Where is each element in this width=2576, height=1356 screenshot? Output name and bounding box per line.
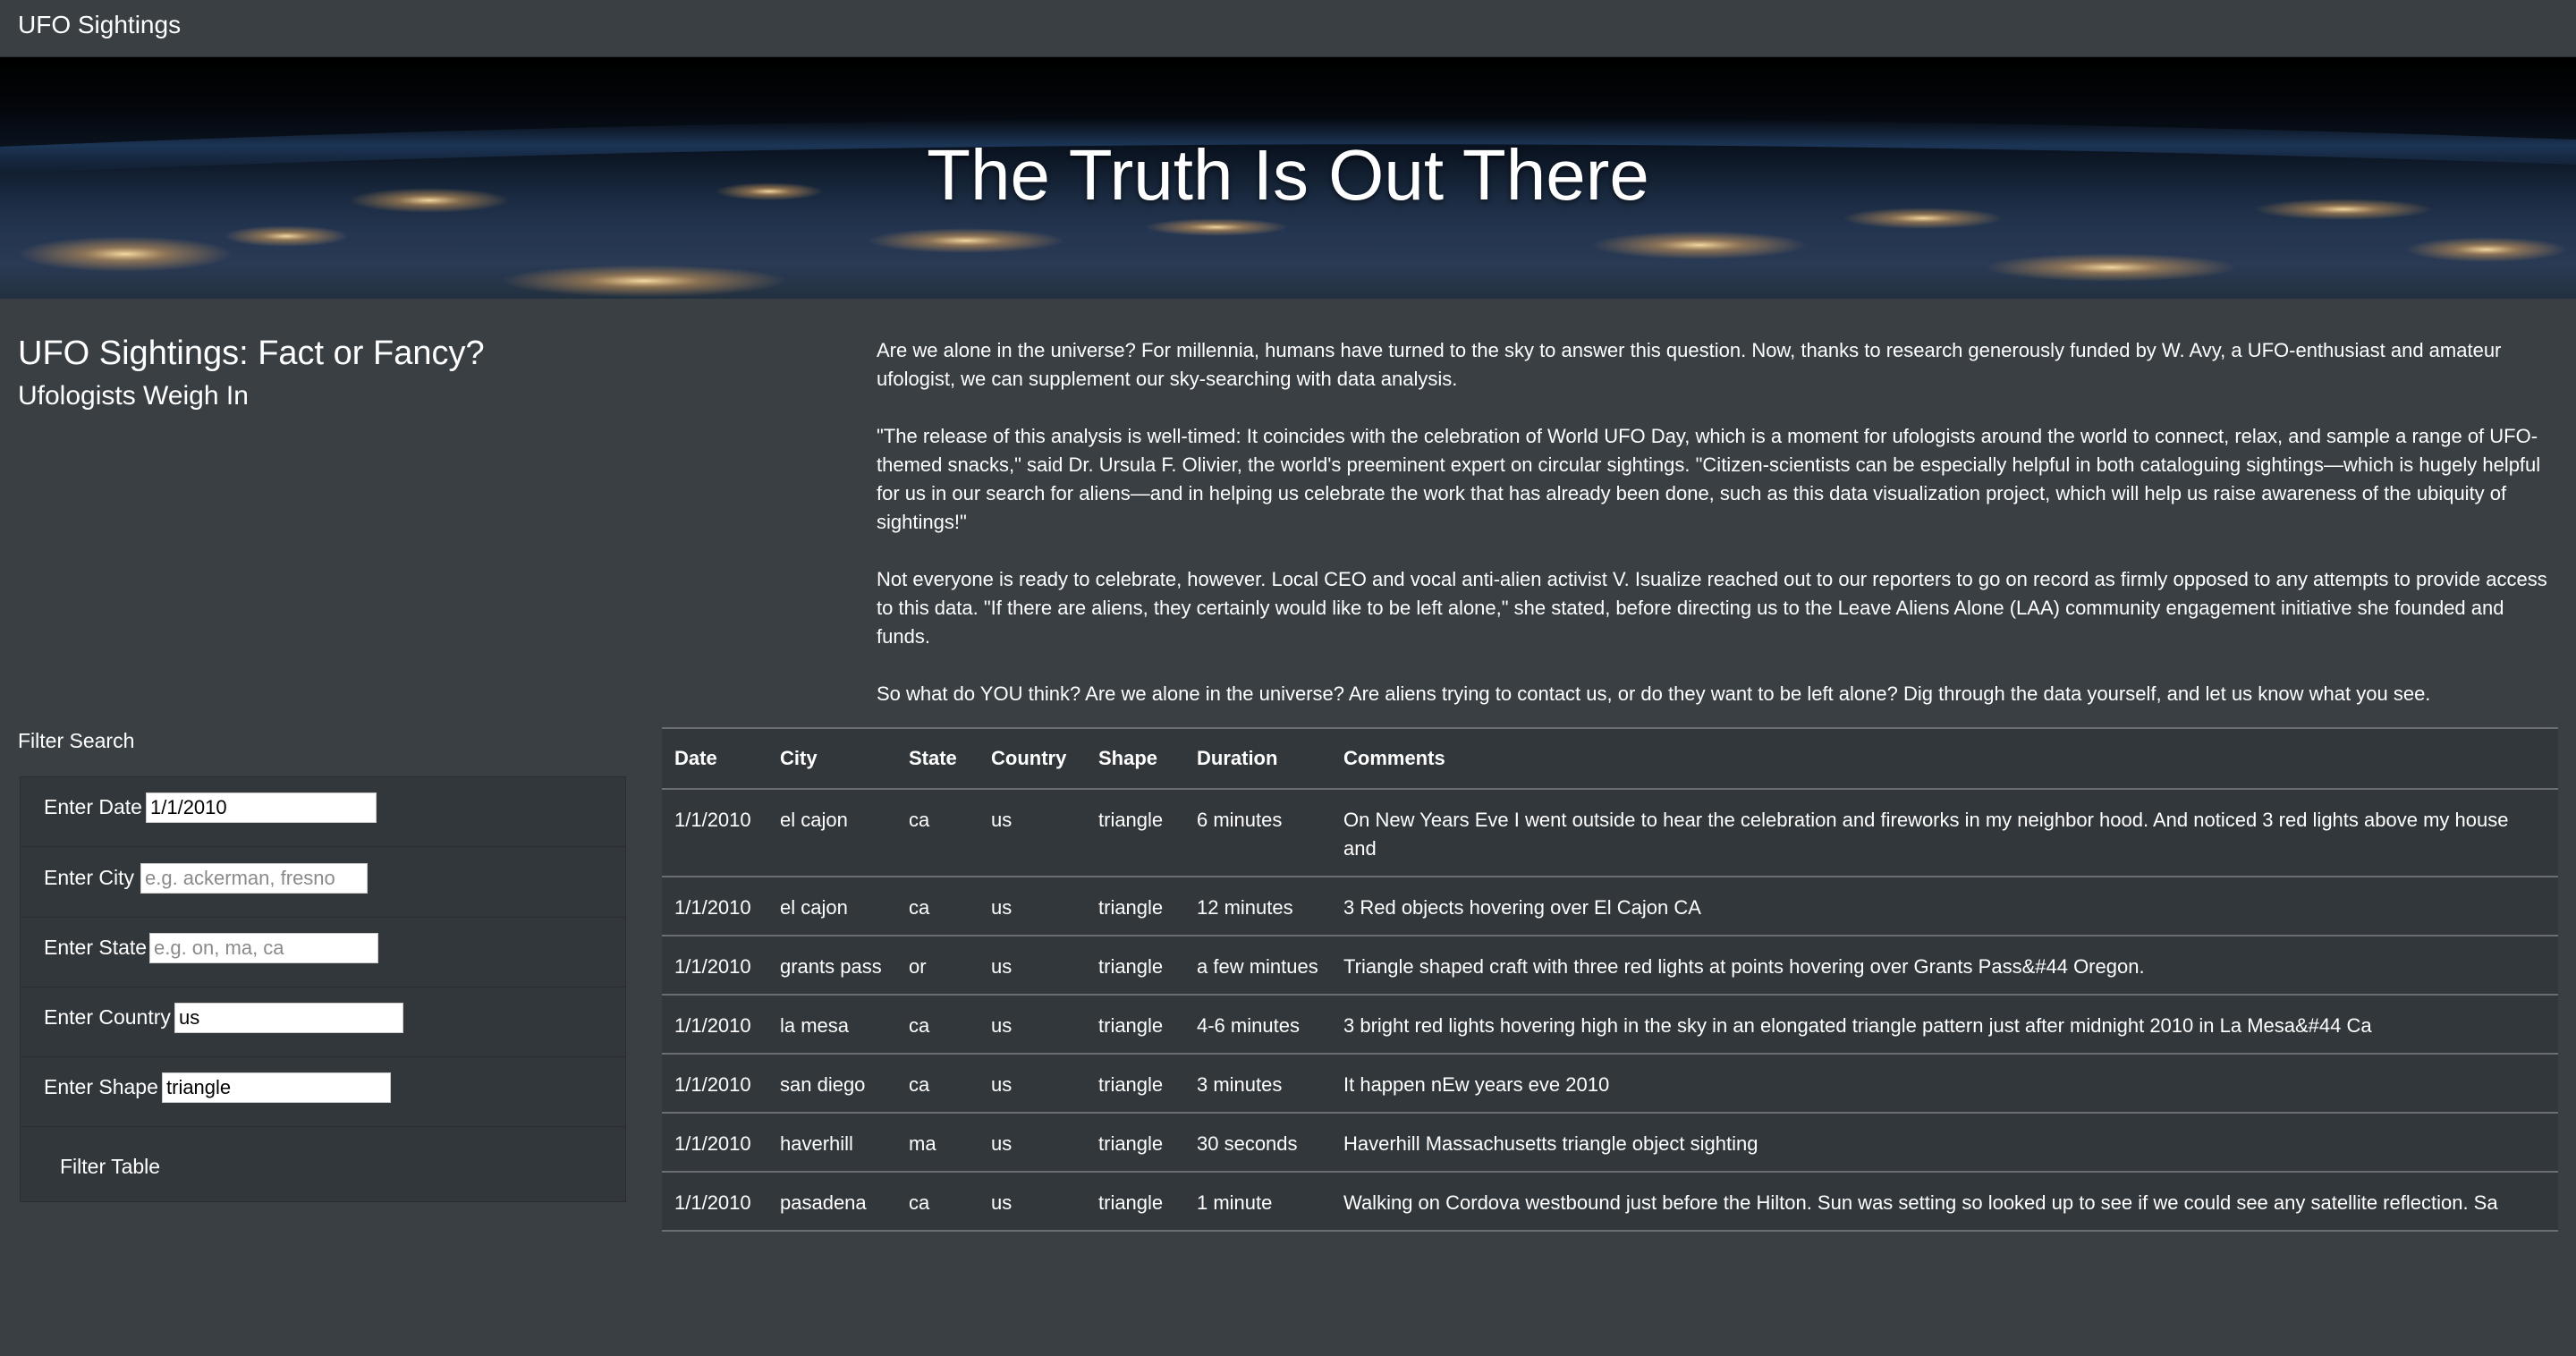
- table-row: 1/1/2010 san diego ca us triangle 3 minu…: [662, 1054, 2558, 1114]
- cell-duration: 12 minutes: [1184, 877, 1331, 936]
- table-row: 1/1/2010 el cajon ca us triangle 12 minu…: [662, 877, 2558, 936]
- cell-date: 1/1/2010: [662, 877, 767, 936]
- cell-city: el cajon: [767, 877, 896, 936]
- column-header-city[interactable]: City: [767, 729, 896, 790]
- filter-row-city: Enter City: [21, 848, 625, 918]
- cell-shape: triangle: [1086, 1054, 1184, 1114]
- article-text: Are we alone in the universe? For millen…: [877, 336, 2549, 737]
- cell-country: us: [979, 1054, 1086, 1114]
- cell-date: 1/1/2010: [662, 995, 767, 1055]
- cell-date: 1/1/2010: [662, 936, 767, 996]
- cell-comments: Triangle shaped craft with three red lig…: [1331, 936, 2558, 996]
- cell-city: san diego: [767, 1054, 896, 1114]
- date-label: Enter Date: [44, 795, 142, 818]
- cell-shape: triangle: [1086, 936, 1184, 996]
- cell-shape: triangle: [1086, 995, 1184, 1055]
- cell-comments: On New Years Eve I went outside to hear …: [1331, 789, 2558, 877]
- article-paragraph: Are we alone in the universe? For millen…: [877, 339, 2502, 390]
- cell-state: ca: [896, 1054, 979, 1114]
- filter-heading: Filter Search: [18, 729, 135, 752]
- cell-state: ca: [896, 995, 979, 1055]
- table-row: 1/1/2010 la mesa ca us triangle 4-6 minu…: [662, 995, 2558, 1055]
- page-title: UFO Sightings: Fact or Fancy?: [18, 335, 485, 372]
- cell-country: us: [979, 789, 1086, 877]
- shape-label: Enter Shape: [44, 1075, 158, 1098]
- table-row: 1/1/2010 pasadena ca us triangle 1 minut…: [662, 1172, 2558, 1232]
- cell-country: us: [979, 1172, 1086, 1232]
- column-header-state[interactable]: State: [896, 729, 979, 790]
- filter-row-shape: Enter Shape: [21, 1057, 625, 1127]
- cell-date: 1/1/2010: [662, 1172, 767, 1232]
- cell-comments: Walking on Cordova westbound just before…: [1331, 1172, 2558, 1232]
- cell-duration: a few mintues: [1184, 936, 1331, 996]
- column-header-country[interactable]: Country: [979, 729, 1086, 790]
- filter-table-button[interactable]: Filter Table: [60, 1155, 160, 1179]
- cell-comments: 3 Red objects hovering over El Cajon CA: [1331, 877, 2558, 936]
- column-header-comments[interactable]: Comments: [1331, 729, 2558, 790]
- country-input[interactable]: [174, 1003, 403, 1033]
- article-paragraph: Not everyone is ready to celebrate, howe…: [877, 568, 2547, 648]
- column-header-duration[interactable]: Duration: [1184, 729, 1331, 790]
- sightings-table-wrapper: Date City State Country Shape Duration C…: [662, 727, 2558, 1232]
- cell-duration: 3 minutes: [1184, 1054, 1331, 1114]
- cell-country: us: [979, 995, 1086, 1055]
- cell-duration: 1 minute: [1184, 1172, 1331, 1232]
- cell-city: el cajon: [767, 789, 896, 877]
- state-input[interactable]: [149, 933, 378, 963]
- state-label: Enter State: [44, 936, 148, 959]
- shape-input[interactable]: [162, 1072, 391, 1103]
- filter-row-state: Enter State: [21, 918, 625, 987]
- cell-date: 1/1/2010: [662, 1113, 767, 1173]
- hero-title: The Truth Is Out There: [927, 135, 1649, 215]
- cell-comments: It happen nEw years eve 2010: [1331, 1054, 2558, 1114]
- cell-duration: 4-6 minutes: [1184, 995, 1331, 1055]
- table-row: 1/1/2010 haverhill ma us triangle 30 sec…: [662, 1113, 2558, 1173]
- table-row: 1/1/2010 el cajon ca us triangle 6 minut…: [662, 789, 2558, 877]
- column-header-date[interactable]: Date: [662, 729, 767, 790]
- cell-duration: 30 seconds: [1184, 1113, 1331, 1173]
- cell-city: pasadena: [767, 1172, 896, 1232]
- cell-date: 1/1/2010: [662, 789, 767, 877]
- city-label: Enter City: [44, 866, 134, 889]
- sightings-table: Date City State Country Shape Duration C…: [662, 729, 2558, 1232]
- hero-banner: The Truth Is Out There: [0, 57, 2576, 299]
- table-row: 1/1/2010 grants pass or us triangle a fe…: [662, 936, 2558, 996]
- cell-state: ca: [896, 789, 979, 877]
- cell-state: ma: [896, 1113, 979, 1173]
- cell-duration: 6 minutes: [1184, 789, 1331, 877]
- filter-row-date: Enter Date: [21, 777, 625, 847]
- cell-shape: triangle: [1086, 877, 1184, 936]
- navbar: UFO Sightings: [0, 0, 2576, 57]
- cell-shape: triangle: [1086, 1172, 1184, 1232]
- article-paragraph: "The release of this analysis is well-ti…: [877, 425, 2541, 533]
- city-input[interactable]: [140, 863, 368, 894]
- cell-shape: triangle: [1086, 789, 1184, 877]
- cell-country: us: [979, 936, 1086, 996]
- cell-comments: 3 bright red lights hovering high in the…: [1331, 995, 2558, 1055]
- cell-comments: Haverhill Massachusetts triangle object …: [1331, 1113, 2558, 1173]
- filter-panel: Enter Date Enter City Enter State Enter …: [20, 776, 626, 1202]
- cell-state: ca: [896, 877, 979, 936]
- cell-shape: triangle: [1086, 1113, 1184, 1173]
- filter-row-country: Enter Country: [21, 987, 625, 1057]
- cell-date: 1/1/2010: [662, 1054, 767, 1114]
- cell-state: or: [896, 936, 979, 996]
- cell-city: haverhill: [767, 1113, 896, 1173]
- navbar-brand-link[interactable]: UFO Sightings: [18, 11, 181, 39]
- article-paragraph: So what do YOU think? Are we alone in th…: [877, 682, 2431, 705]
- cell-city: la mesa: [767, 995, 896, 1055]
- column-header-shape[interactable]: Shape: [1086, 729, 1184, 790]
- country-label: Enter Country: [44, 1005, 171, 1029]
- table-header-row: Date City State Country Shape Duration C…: [662, 729, 2558, 790]
- date-input[interactable]: [146, 792, 377, 823]
- cell-city: grants pass: [767, 936, 896, 996]
- cell-state: ca: [896, 1172, 979, 1232]
- cell-country: us: [979, 877, 1086, 936]
- page-subtitle: Ufologists Weigh In: [18, 381, 249, 411]
- cell-country: us: [979, 1113, 1086, 1173]
